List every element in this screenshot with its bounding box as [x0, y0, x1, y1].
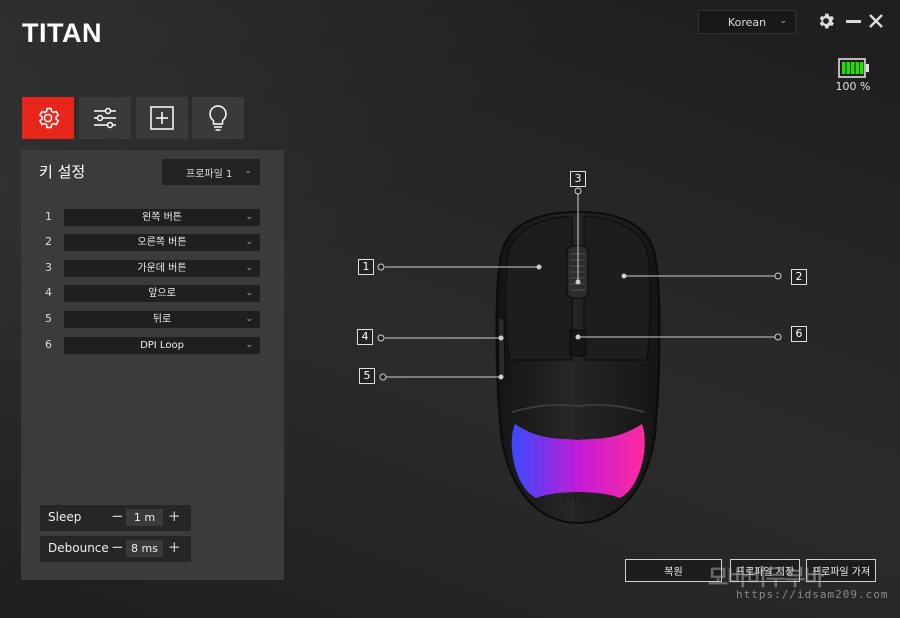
- mouse-dpi-button: [569, 329, 587, 357]
- mouse-side-buttons: [497, 317, 506, 379]
- callout-5: 5: [359, 368, 375, 384]
- callout-3: 3: [570, 171, 586, 187]
- callout-6: 6: [791, 326, 807, 342]
- mouse-brand: TITAN: [562, 493, 594, 505]
- watermark-url: https://idsam209.com: [736, 588, 889, 601]
- callout-1: 1: [358, 259, 374, 275]
- watermark: 모바비두부바 https://idsam209.com: [706, 560, 890, 604]
- callout-2: 2: [791, 269, 807, 285]
- callout-4: 4: [357, 329, 373, 345]
- mouse-diagram: TITAN: [377, 187, 782, 525]
